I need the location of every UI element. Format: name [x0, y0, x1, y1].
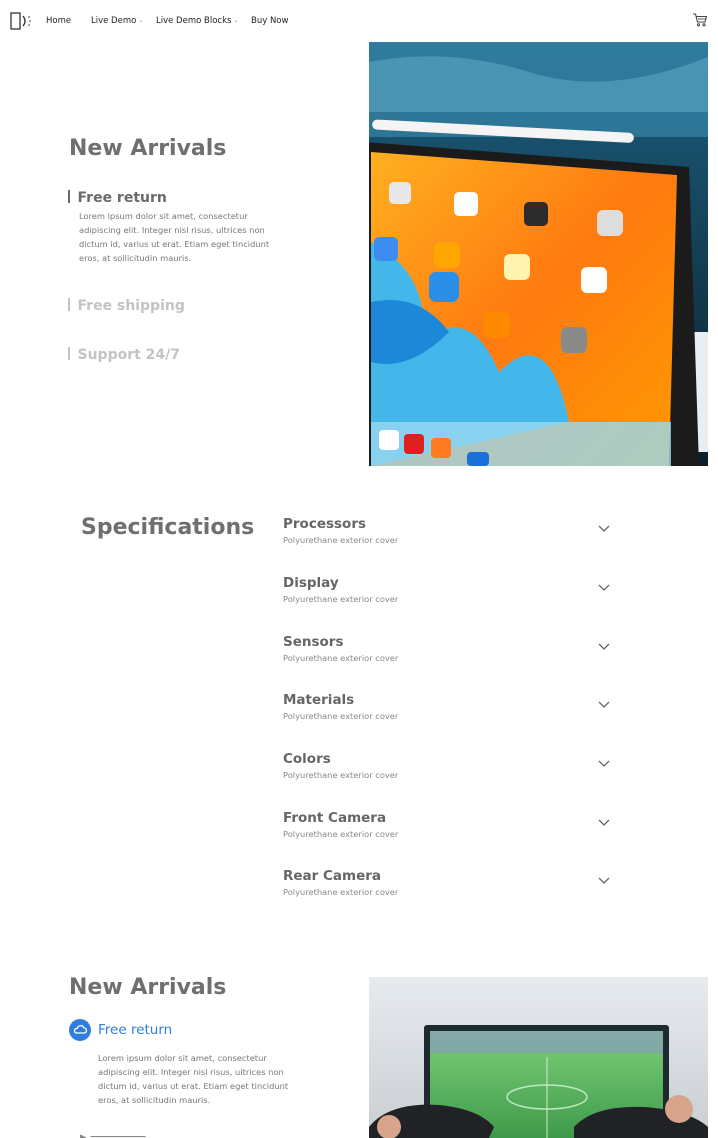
nav-live-demo[interactable]: Live Demo ⌄ [91, 16, 143, 26]
spec-title: Sensors [283, 634, 344, 650]
chevron-down-icon: ⌄ [138, 17, 144, 24]
chevron-down-icon[interactable] [597, 524, 611, 534]
chevron-down-icon[interactable] [597, 818, 611, 828]
feature-marker [68, 190, 70, 203]
logo-icon[interactable] [10, 12, 32, 30]
top-nav: Home Live Demo ⌄ Live Demo Blocks ⌄ Buy No… [0, 0, 718, 42]
feature-label: Free return [77, 190, 167, 206]
chevron-down-icon[interactable] [597, 642, 611, 652]
spec-item-colors[interactable]: Colors Polyurethane exterior cover [283, 751, 623, 795]
feature-support[interactable]: Support 24/7 [68, 347, 180, 363]
spec-title: Colors [283, 751, 331, 767]
spec-title: Rear Camera [283, 868, 382, 884]
feature-description: Lorem ipsum dolor sit amet, consectetur … [79, 211, 270, 263]
spec-item-materials[interactable]: Materials Polyurethane exterior cover [283, 692, 623, 736]
feature-marker [68, 347, 70, 360]
spec-item-display[interactable]: Display Polyurethane exterior cover [283, 575, 623, 619]
nav-live-demo-blocks-label: Live Demo Blocks [156, 16, 232, 26]
chevron-down-icon[interactable] [597, 876, 611, 886]
feature-label: Free shipping [77, 298, 185, 314]
spec-subtitle: Polyurethane exterior cover [283, 829, 399, 839]
spec-subtitle: Polyurethane exterior cover [283, 711, 399, 721]
spec-subtitle: Polyurethane exterior cover [283, 653, 399, 663]
feature-free-return[interactable]: Free return [98, 1022, 172, 1038]
nav-home[interactable]: Home [46, 16, 71, 26]
feature-free-return[interactable]: Free return [68, 190, 167, 206]
feature-label: Support 24/7 [77, 347, 181, 363]
chevron-down-icon[interactable] [597, 583, 611, 593]
feature-next-partial: ▸ ─────── [80, 1130, 146, 1138]
hero2-title: New Arrivals [69, 975, 227, 1000]
nav-home-label: Home [46, 16, 72, 26]
spec-title: Materials [283, 692, 355, 708]
feature-free-shipping[interactable]: Free shipping [68, 298, 185, 314]
nav-buy-now-label: Buy Now [251, 16, 289, 26]
hero1-title: New Arrivals [69, 136, 227, 161]
chevron-down-icon[interactable] [597, 759, 611, 769]
gaming-product-image [369, 977, 708, 1138]
spec-title: Processors [283, 516, 367, 532]
feature-marker [68, 298, 70, 311]
spec-subtitle: Polyurethane exterior cover [283, 594, 399, 604]
chevron-down-icon: ⌄ [233, 17, 239, 24]
spec-item-processors[interactable]: Processors Polyurethane exterior cover [283, 516, 623, 560]
spec-item-sensors[interactable]: Sensors Polyurethane exterior cover [283, 634, 623, 678]
tablet-product-image [369, 42, 708, 466]
nav-live-demo-label: Live Demo [91, 16, 137, 26]
feature-description: Lorem ipsum dolor sit amet, consectetur … [98, 1053, 289, 1105]
specs-title: Specifications [81, 515, 255, 540]
spec-subtitle: Polyurethane exterior cover [283, 535, 399, 545]
spec-item-front-camera[interactable]: Front Camera Polyurethane exterior cover [283, 810, 623, 854]
spec-item-rear-camera[interactable]: Rear Camera Polyurethane exterior cover [283, 868, 623, 912]
chevron-down-icon[interactable] [597, 700, 611, 710]
cart-icon[interactable] [692, 12, 708, 27]
nav-live-demo-blocks[interactable]: Live Demo Blocks ⌄ [156, 16, 238, 26]
cloud-icon [69, 1019, 91, 1041]
spec-title: Display [283, 575, 339, 591]
nav-buy-now[interactable]: Buy Now [251, 16, 288, 26]
spec-subtitle: Polyurethane exterior cover [283, 770, 399, 780]
spec-subtitle: Polyurethane exterior cover [283, 887, 399, 897]
spec-title: Front Camera [283, 810, 387, 826]
